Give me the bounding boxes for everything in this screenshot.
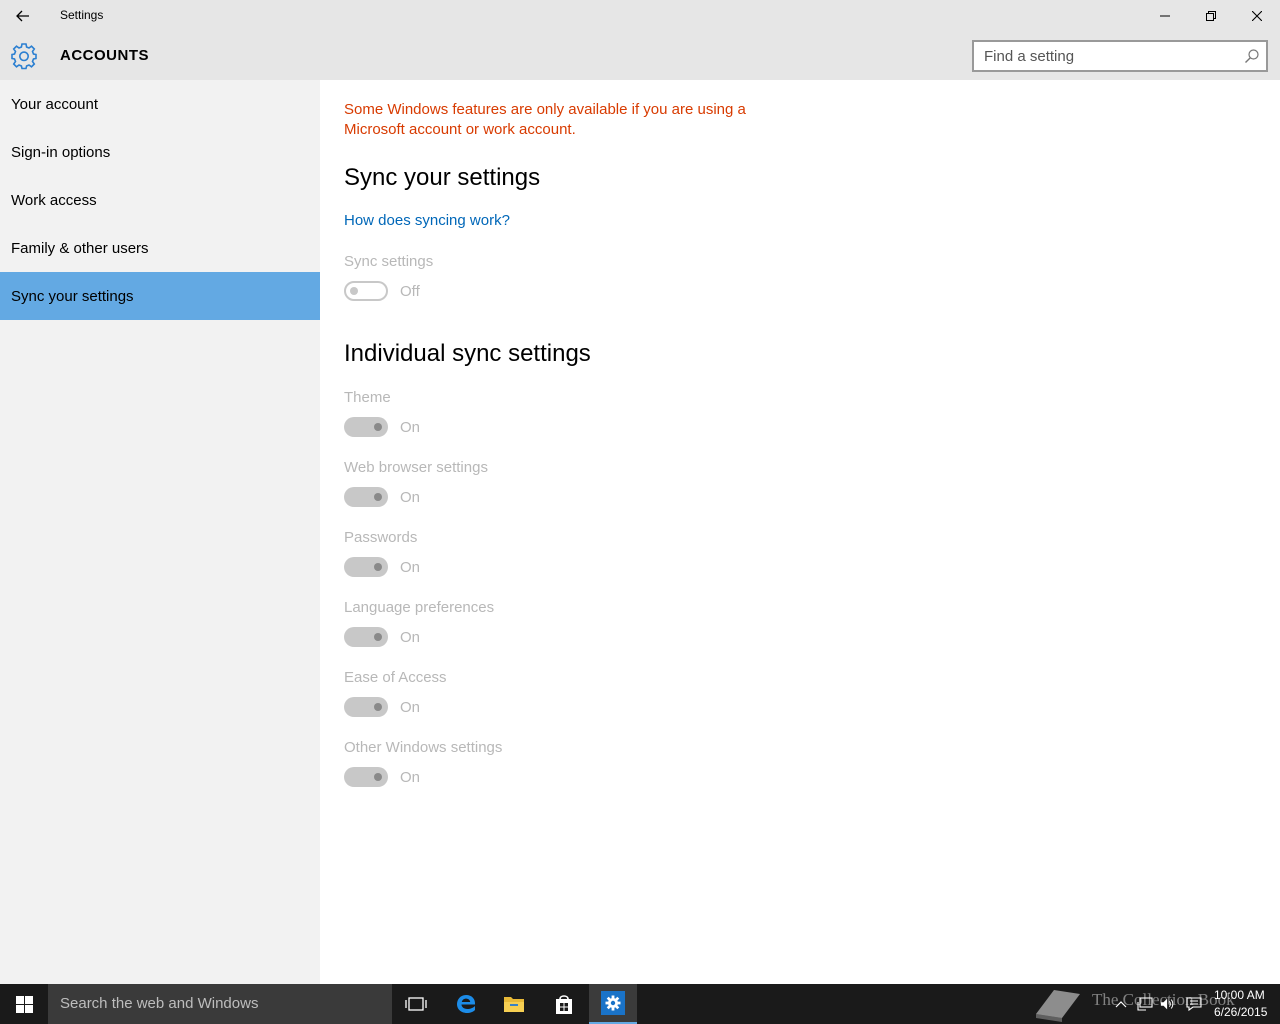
- toggle-knob: [350, 287, 358, 295]
- account-warning: Some Windows features are only available…: [344, 101, 746, 138]
- back-button[interactable]: [0, 0, 46, 32]
- volume-icon: [1160, 998, 1174, 1010]
- search-box[interactable]: [972, 40, 1268, 72]
- store-button[interactable]: [540, 984, 588, 1024]
- network-button[interactable]: [1137, 996, 1153, 1012]
- search-input[interactable]: [974, 42, 1238, 70]
- individual-sync-heading: Individual sync settings: [344, 340, 591, 367]
- edge-button[interactable]: [442, 984, 490, 1024]
- edge-icon: [457, 995, 476, 1013]
- settings-app-tile: [601, 991, 625, 1015]
- web-browser-settings-label: Web browser settings: [344, 459, 488, 476]
- toggle-knob: [374, 493, 382, 501]
- ease-of-access-label: Ease of Access: [344, 669, 447, 686]
- web-browser-settings-state: On: [400, 489, 421, 506]
- start-button[interactable]: [0, 984, 48, 1024]
- sidebar-item-family-other-users[interactable]: Family & other users: [0, 224, 320, 272]
- taskbar-search-text: Search the web and Windows: [60, 995, 259, 1012]
- sidebar-item-work-access[interactable]: Work access: [0, 176, 320, 224]
- minimize-button[interactable]: [1142, 0, 1188, 32]
- other-windows-settings-state: On: [400, 769, 421, 786]
- action-center-icon: [1186, 997, 1202, 1012]
- back-arrow-icon: [16, 10, 29, 22]
- sync-settings-label: Sync settings: [344, 253, 434, 270]
- sidebar-item-sign-in-options[interactable]: Sign-in options: [0, 128, 320, 176]
- language-preferences-state: On: [400, 629, 421, 646]
- settings-gear-icon: [605, 995, 621, 1011]
- passwords-label: Passwords: [344, 529, 418, 546]
- close-button[interactable]: [1234, 0, 1280, 32]
- theme-state: On: [400, 419, 421, 436]
- chevron-up-icon: [1115, 1001, 1127, 1008]
- book-watermark-icon: [1036, 990, 1080, 1022]
- windows-logo-icon: [15, 995, 33, 1013]
- search-icon[interactable]: [1244, 48, 1260, 64]
- restore-icon: [1206, 11, 1216, 21]
- network-icon: [1137, 997, 1153, 1011]
- ease-of-access-state: On: [400, 699, 421, 716]
- theme-toggle[interactable]: [344, 417, 388, 437]
- other-windows-settings-label: Other Windows settings: [344, 739, 503, 756]
- toggle-knob: [374, 773, 382, 781]
- gear-icon: [11, 43, 37, 70]
- section-title: ACCOUNTS: [60, 47, 149, 64]
- passwords-toggle[interactable]: [344, 557, 388, 577]
- ease-of-access-toggle[interactable]: [344, 697, 388, 717]
- sync-settings-state: Off: [400, 283, 420, 300]
- window-title: Settings: [60, 8, 104, 22]
- toggle-knob: [374, 563, 382, 571]
- passwords-state: On: [400, 559, 421, 576]
- other-windows-settings-toggle[interactable]: [344, 767, 388, 787]
- action-center-button[interactable]: [1186, 996, 1202, 1012]
- toggle-knob: [374, 703, 382, 711]
- taskbar: Search the web and Windows The Collectio…: [0, 984, 1280, 1024]
- toggle-knob: [374, 423, 382, 431]
- task-view-button[interactable]: [392, 984, 440, 1024]
- language-preferences-toggle[interactable]: [344, 627, 388, 647]
- main-content: Some Windows features are only available…: [320, 80, 1280, 984]
- sync-heading: Sync your settings: [344, 164, 541, 191]
- file-explorer-button[interactable]: [490, 984, 538, 1024]
- sidebar-item-sync-your-settings[interactable]: Sync your settings: [0, 272, 320, 320]
- task-view-icon: [405, 997, 427, 1011]
- clock-date[interactable]: 6/26/2015: [1214, 1005, 1267, 1019]
- clock-time[interactable]: 10:00 AM: [1214, 988, 1265, 1002]
- how-syncing-works-link[interactable]: How does syncing work?: [344, 212, 510, 229]
- sidebar-item-your-account[interactable]: Your account: [0, 80, 320, 128]
- sync-settings-toggle[interactable]: [344, 281, 388, 301]
- store-bag-icon: [556, 995, 572, 1014]
- toggle-knob: [374, 633, 382, 641]
- settings-taskbar-button[interactable]: [589, 984, 637, 1024]
- close-icon: [1252, 11, 1262, 21]
- sidebar: Your account Sign-in options Work access…: [0, 80, 320, 984]
- theme-label: Theme: [344, 389, 391, 406]
- language-preferences-label: Language preferences: [344, 599, 495, 616]
- settings-header: ACCOUNTS: [0, 32, 1280, 80]
- taskbar-search-box[interactable]: Search the web and Windows: [48, 984, 392, 1024]
- folder-icon: [504, 997, 524, 1012]
- show-hidden-icons-button[interactable]: [1113, 996, 1129, 1012]
- restore-button[interactable]: [1188, 0, 1234, 32]
- volume-button[interactable]: [1160, 996, 1176, 1012]
- title-bar: Settings: [0, 0, 1280, 32]
- minimize-icon: [1160, 15, 1170, 17]
- web-browser-settings-toggle[interactable]: [344, 487, 388, 507]
